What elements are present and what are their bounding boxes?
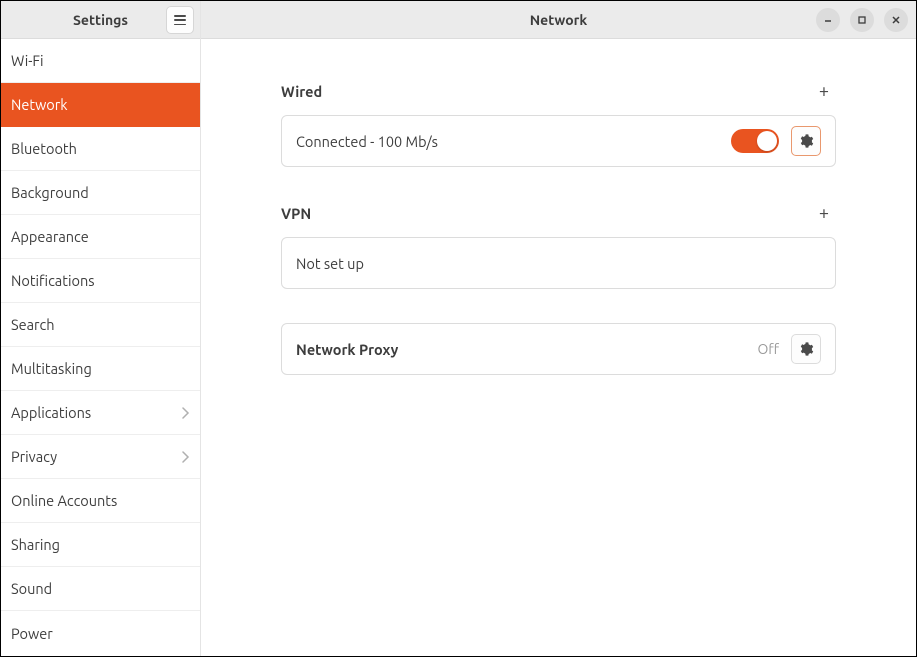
minimize-button[interactable] (816, 8, 840, 32)
sidebar-list: Wi-Fi Network Bluetooth Background Appea… (1, 39, 200, 656)
sidebar-item-label: Notifications (11, 272, 95, 289)
vpn-section-header: VPN + (281, 201, 836, 225)
close-button[interactable] (884, 8, 908, 32)
sidebar-item-privacy[interactable]: Privacy (1, 435, 200, 479)
sidebar-item-label: Multitasking (11, 360, 92, 377)
sidebar-item-label: Bluetooth (11, 140, 77, 157)
proxy-row[interactable]: Network Proxy Off (281, 323, 836, 375)
sidebar-item-background[interactable]: Background (1, 171, 200, 215)
vpn-row: Not set up (281, 237, 836, 289)
plus-icon: + (819, 203, 829, 223)
sidebar-item-applications[interactable]: Applications (1, 391, 200, 435)
maximize-icon (857, 15, 867, 25)
wired-title: Wired (281, 83, 322, 100)
sidebar-item-appearance[interactable]: Appearance (1, 215, 200, 259)
proxy-title: Network Proxy (296, 341, 398, 358)
chevron-right-icon (182, 451, 190, 463)
sidebar-item-label: Background (11, 184, 89, 201)
sidebar-item-sound[interactable]: Sound (1, 567, 200, 611)
proxy-controls: Off (757, 334, 821, 364)
window-controls (816, 8, 908, 32)
main-content: Network Wired + (201, 1, 916, 656)
sidebar-item-label: Power (11, 625, 53, 642)
sidebar-item-sharing[interactable]: Sharing (1, 523, 200, 567)
sidebar-item-label: Appearance (11, 228, 89, 245)
sidebar-item-online-accounts[interactable]: Online Accounts (1, 479, 200, 523)
sidebar-item-label: Search (11, 316, 55, 333)
sidebar: Settings Wi-Fi Network Bluetooth Backgro… (1, 1, 201, 656)
sidebar-item-label: Privacy (11, 448, 57, 465)
minimize-icon (823, 15, 833, 25)
wired-section-header: Wired + (281, 79, 836, 103)
gear-icon (798, 341, 814, 357)
sidebar-header: Settings (1, 1, 200, 39)
sidebar-item-multitasking[interactable]: Multitasking (1, 347, 200, 391)
sidebar-item-label: Sound (11, 580, 52, 597)
sidebar-item-label: Network (11, 96, 68, 113)
sidebar-item-search[interactable]: Search (1, 303, 200, 347)
proxy-status: Off (757, 341, 779, 357)
sidebar-item-label: Wi-Fi (11, 52, 44, 69)
sidebar-item-wifi[interactable]: Wi-Fi (1, 39, 200, 83)
menu-button[interactable] (166, 6, 194, 34)
wired-connection-row: Connected - 100 Mb/s (281, 115, 836, 167)
content-area: Wired + Connected - 100 Mb/s (201, 39, 916, 656)
wired-toggle[interactable] (731, 129, 779, 153)
gear-icon (798, 133, 814, 149)
sidebar-item-label: Sharing (11, 536, 60, 553)
sidebar-item-label: Applications (11, 404, 91, 421)
page-title: Network (530, 12, 588, 28)
wired-settings-button[interactable] (791, 126, 821, 156)
toggle-knob (757, 131, 777, 151)
proxy-settings-button[interactable] (791, 334, 821, 364)
sidebar-item-notifications[interactable]: Notifications (1, 259, 200, 303)
add-vpn-button[interactable]: + (812, 201, 836, 225)
wired-status: Connected - 100 Mb/s (296, 133, 438, 150)
plus-icon: + (819, 81, 829, 101)
sidebar-item-label: Online Accounts (11, 492, 117, 509)
add-wired-button[interactable]: + (812, 79, 836, 103)
vpn-title: VPN (281, 205, 311, 222)
main-header: Network (201, 1, 916, 39)
sidebar-item-network[interactable]: Network (1, 83, 200, 127)
vpn-status: Not set up (296, 255, 364, 272)
hamburger-icon (174, 15, 186, 25)
maximize-button[interactable] (850, 8, 874, 32)
sidebar-title: Settings (73, 12, 128, 28)
sidebar-item-power[interactable]: Power (1, 611, 200, 655)
chevron-right-icon (182, 407, 190, 419)
wired-controls (731, 126, 821, 156)
sidebar-item-bluetooth[interactable]: Bluetooth (1, 127, 200, 171)
close-icon (891, 15, 901, 25)
